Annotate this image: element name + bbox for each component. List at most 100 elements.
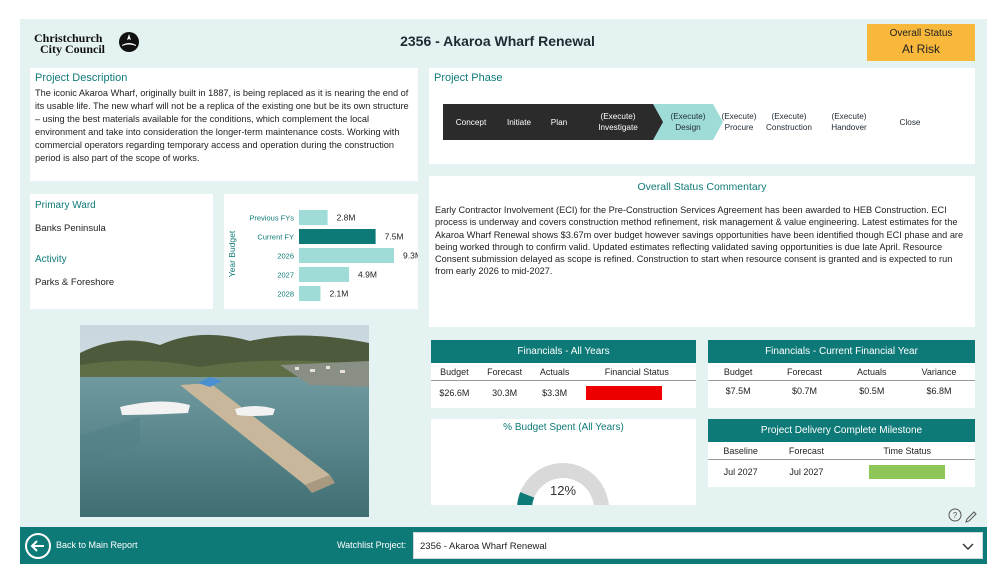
status-commentary-card: Overall Status Commentary Early Contract…	[429, 176, 975, 327]
table-header-row: Baseline Forecast Time Status	[708, 442, 975, 460]
actuals-value: $3.3M	[542, 388, 568, 398]
header-actuals: Actuals	[531, 363, 578, 381]
financials-current-year-card: Financials - Current Financial Year Budg…	[708, 340, 975, 408]
edit-icon[interactable]	[965, 511, 977, 523]
header-budget: Budget	[431, 363, 478, 381]
data-label: 2.8M	[337, 213, 356, 223]
phase-step: (Execute) Investigate	[598, 112, 638, 132]
table-header-row: Budget Forecast Actuals Financial Status	[431, 363, 696, 381]
project-phase-card: Project Phase Concept Initiate Plan (Execut…	[429, 68, 975, 164]
back-arrow-icon[interactable]	[24, 532, 52, 565]
data-label: 9.3M	[403, 251, 418, 261]
header-variance: Variance	[902, 363, 975, 381]
overall-status-value: At Risk	[901, 42, 940, 56]
gauge-value-label: 12%	[550, 483, 576, 498]
council-emblem-icon	[119, 32, 139, 52]
time-status-indicator	[869, 465, 946, 479]
header-time-status: Time Status	[839, 442, 975, 460]
page-title: 2356 - Akaroa Wharf Renewal	[400, 33, 595, 49]
budget-value: $26.6M	[439, 388, 470, 398]
phase-step: (Execute) Design	[670, 112, 706, 132]
svg-text:?: ?	[953, 511, 958, 520]
financials-all-years-card: Financials - All Years Budget Forecast A…	[431, 340, 696, 408]
header-forecast: Forecast	[477, 363, 532, 381]
header-financial-status: Financial Status	[577, 363, 696, 381]
phase-step: (Execute) Construction	[766, 112, 812, 132]
phase-step: Close	[899, 117, 921, 127]
help-icon[interactable]: ?	[948, 508, 962, 522]
header-forecast: Forecast	[768, 363, 841, 381]
wharf-aerial-photo	[80, 325, 369, 517]
primary-ward-label: Primary Ward	[35, 200, 96, 211]
status-commentary-title: Overall Status Commentary	[637, 181, 767, 193]
budget-bar	[299, 286, 321, 301]
budget-bar	[299, 248, 394, 263]
header-forecast: Forecast	[773, 442, 840, 460]
forecast-value: $0.7M	[792, 386, 818, 396]
phase-chevron-track: Concept Initiate Plan (Execute) Investigate…	[443, 104, 968, 140]
brand-line2: City Council	[40, 42, 106, 56]
budget-spent-title: % Budget Spent (All Years)	[503, 422, 624, 433]
project-phase-title: Project Phase	[434, 72, 503, 84]
y-axis-label: Year Budget	[227, 230, 237, 277]
category-label: Previous FYs	[249, 214, 294, 223]
data-label: 4.9M	[358, 270, 377, 280]
budget-value: $7.5M	[725, 386, 751, 396]
milestone-table: Baseline Forecast Time Status Jul 2027 J…	[708, 442, 975, 484]
footer-bar: Back to Main Report Watchlist Project: 2…	[20, 527, 987, 564]
financials-all-years-title: Financials - All Years	[431, 340, 696, 363]
milestone-title: Project Delivery Complete Milestone	[708, 419, 975, 442]
watchlist-label: Watchlist Project:	[337, 540, 407, 550]
report-tools-icons: ?	[948, 508, 977, 523]
header-actuals: Actuals	[840, 363, 903, 381]
table-row: $26.6M 30.3M $3.3M	[431, 381, 696, 406]
actuals-value: $0.5M	[859, 386, 885, 396]
activity-value: Parks & Foreshore	[35, 277, 115, 288]
report-canvas: Christchurch City Council 2356 - Akaroa …	[20, 19, 987, 529]
phase-step: (Execute) Procure	[721, 112, 757, 132]
ward-activity-card: Primary Ward Banks Peninsula Activity Pa…	[30, 194, 213, 309]
phase-step: Plan	[550, 117, 568, 127]
watchlist-selected-value: 2356 - Akaroa Wharf Renewal	[420, 541, 547, 552]
budget-bar	[299, 210, 328, 225]
budget-spent-gauge: 12%	[517, 463, 609, 505]
year-budget-svg: Year Budget Previous FYs 2.8M Current FY 7.5…	[227, 210, 418, 301]
status-commentary-text: Early Contractor Involvement (ECI) for t…	[435, 205, 964, 277]
milestone-card: Project Delivery Complete Milestone Base…	[708, 419, 975, 487]
council-logo: Christchurch City Council	[34, 30, 144, 56]
financial-status-indicator	[585, 386, 662, 400]
project-description-card: Project Description The iconic Akaroa Wh…	[30, 68, 418, 181]
budget-spent-card: % Budget Spent (All Years) 12%	[431, 419, 696, 505]
financial-status-cell	[578, 381, 696, 406]
report-tools: ?	[947, 507, 979, 528]
wharf-photo-illustration	[80, 325, 369, 517]
data-label: 2.1M	[329, 289, 348, 299]
header-baseline: Baseline	[708, 442, 774, 460]
budget-bar	[299, 229, 376, 244]
watchlist-project-select[interactable]: 2356 - Akaroa Wharf Renewal	[413, 532, 983, 559]
activity-label: Activity	[35, 254, 67, 265]
project-description-title: Project Description	[35, 72, 128, 84]
overall-status-badge: Overall Status At Risk	[867, 24, 975, 61]
phase-step: Concept	[455, 117, 487, 127]
variance-value: $6.8M	[926, 386, 952, 396]
category-label: 2028	[277, 290, 294, 299]
table-header-row: Budget Forecast Actuals Variance	[708, 363, 975, 381]
forecast-value: 30.3M	[492, 388, 518, 398]
forecast-value: Jul 2027	[789, 467, 824, 477]
phase-step: (Execute) Handover	[831, 112, 867, 132]
category-label: Current FY	[257, 233, 294, 242]
category-label: 2026	[277, 252, 294, 261]
back-to-main-report-link[interactable]: Back to Main Report	[56, 540, 138, 550]
category-label: 2027	[277, 271, 294, 280]
primary-ward-value: Banks Peninsula	[35, 223, 106, 234]
data-label: 7.5M	[385, 232, 404, 242]
header-budget: Budget	[708, 363, 769, 381]
chevron-down-icon[interactable]	[962, 540, 974, 552]
budget-bar	[299, 267, 350, 282]
overall-status-label: Overall Status	[889, 28, 953, 39]
baseline-value: Jul 2027	[723, 467, 758, 477]
financials-current-year-table: Budget Forecast Actuals Variance $7.5M $…	[708, 363, 975, 401]
project-description-text: The iconic Akaroa Wharf, originally buil…	[35, 88, 409, 164]
financials-current-year-title: Financials - Current Financial Year	[708, 340, 975, 363]
